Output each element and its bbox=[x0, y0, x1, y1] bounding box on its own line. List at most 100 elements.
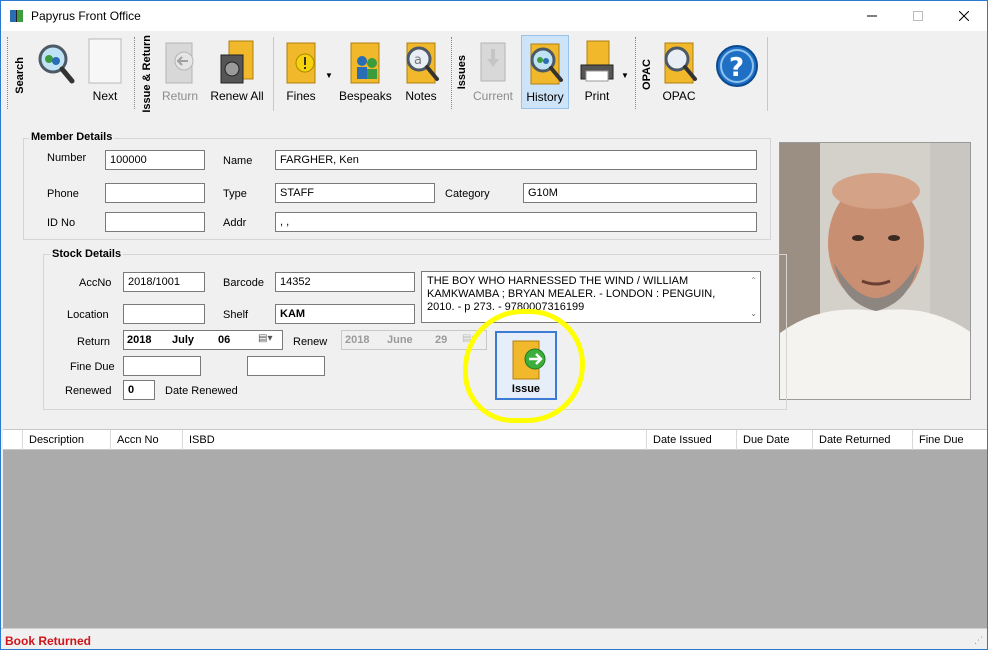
status-message: Book Returned bbox=[5, 634, 92, 648]
phone-field[interactable] bbox=[105, 183, 205, 203]
loans-grid-body[interactable] bbox=[3, 450, 987, 628]
addr-label: Addr bbox=[223, 217, 247, 229]
renew-all-button[interactable]: Renew All bbox=[207, 37, 267, 103]
fine-due-label: Fine Due bbox=[70, 361, 115, 373]
fine-due-field[interactable] bbox=[123, 356, 201, 376]
maximize-button[interactable] bbox=[895, 1, 941, 31]
type-field[interactable]: STAFF bbox=[275, 183, 435, 203]
location-field[interactable] bbox=[123, 304, 205, 324]
help-button[interactable]: ? bbox=[713, 37, 761, 89]
column-fine-due[interactable]: Fine Due bbox=[913, 430, 987, 450]
history-button[interactable]: History bbox=[521, 35, 569, 109]
accno-field[interactable]: 2018/1001 bbox=[123, 272, 205, 292]
addr-field[interactable]: , , bbox=[275, 212, 757, 232]
column-date-returned[interactable]: Date Returned bbox=[813, 430, 913, 450]
group-label-issue-return: Issue & Return bbox=[141, 35, 153, 113]
group-label-issues: Issues bbox=[456, 55, 468, 90]
close-button[interactable] bbox=[941, 1, 987, 31]
column-isbd[interactable]: ISBD bbox=[183, 430, 647, 450]
toolbar-separator bbox=[767, 37, 768, 111]
number-field[interactable]: 100000 bbox=[105, 150, 205, 170]
member-details-legend: Member Details bbox=[29, 131, 115, 143]
category-field[interactable]: G10M bbox=[523, 183, 757, 203]
group-label-opac: OPAC bbox=[641, 59, 653, 90]
isbd-text: THE BOY WHO HARNESSED THE WIND / WILLIAM… bbox=[427, 275, 716, 313]
renew-month: June bbox=[387, 334, 413, 346]
opac-button[interactable]: OPAC bbox=[657, 37, 701, 103]
close-icon bbox=[959, 11, 969, 21]
barcode-field[interactable]: 14352 bbox=[275, 272, 415, 292]
toolbar-grip[interactable] bbox=[7, 37, 10, 109]
renewed-count-field[interactable]: 0 bbox=[123, 380, 155, 400]
renew-date-picker[interactable]: 2018 June 29 ▤▾ bbox=[341, 330, 487, 350]
help-question-icon: ? bbox=[716, 45, 758, 87]
return-button[interactable]: Return bbox=[157, 37, 203, 103]
location-label: Location bbox=[67, 309, 109, 321]
return-day: 06 bbox=[218, 334, 231, 346]
scroll-down-icon[interactable]: ⌄ bbox=[750, 307, 757, 320]
notes-magnifier-icon: a bbox=[406, 42, 439, 84]
stock-details-legend: Stock Details bbox=[50, 248, 124, 260]
date-renewed-field[interactable] bbox=[247, 356, 325, 376]
resize-grip-icon[interactable]: ⋰ bbox=[974, 635, 983, 646]
return-date-picker[interactable]: 2018 July 06 ▤▾ bbox=[123, 330, 283, 350]
shelf-field[interactable]: KAM bbox=[275, 304, 415, 324]
isbd-textarea[interactable]: THE BOY WHO HARNESSED THE WIND / WILLIAM… bbox=[421, 271, 761, 323]
toolbar-grip[interactable] bbox=[134, 37, 137, 109]
grid-row-selector-header bbox=[3, 430, 23, 450]
return-label: Return bbox=[161, 89, 199, 103]
print-button[interactable]: Print bbox=[577, 37, 617, 103]
column-description[interactable]: Description bbox=[23, 430, 111, 450]
toolbar-grip[interactable] bbox=[451, 37, 454, 109]
bespeaks-label: Bespeaks bbox=[339, 89, 392, 103]
scroll-up-icon[interactable]: ⌃ bbox=[750, 274, 757, 287]
renewed-label: Renewed bbox=[65, 385, 112, 397]
search-button[interactable] bbox=[29, 37, 81, 87]
fines-dropdown-icon[interactable]: ▼ bbox=[325, 71, 333, 80]
id-no-field[interactable] bbox=[105, 212, 205, 232]
loans-grid-header: Description Accn No ISBD Date Issued Due… bbox=[3, 429, 987, 450]
next-page-icon bbox=[88, 38, 122, 84]
app-book-icon bbox=[10, 10, 23, 22]
minimize-icon bbox=[867, 15, 877, 17]
print-label: Print bbox=[584, 89, 610, 103]
column-date-issued[interactable]: Date Issued bbox=[647, 430, 737, 450]
fines-warning-folder-icon bbox=[286, 42, 316, 84]
id-no-label: ID No bbox=[47, 217, 76, 229]
renew-date-label: Renew bbox=[293, 336, 328, 348]
toolbar: Search Next Issue & Return Return Renew … bbox=[1, 31, 771, 115]
fines-label: Fines bbox=[286, 89, 316, 103]
fines-button[interactable]: Fines bbox=[281, 37, 321, 103]
renew-all-icon bbox=[220, 40, 254, 84]
maximize-icon bbox=[913, 11, 923, 21]
name-field[interactable]: FARGHER, Ken bbox=[275, 150, 757, 170]
history-label: History bbox=[526, 90, 564, 104]
renew-year: 2018 bbox=[345, 334, 370, 346]
bespeaks-people-folder-icon bbox=[350, 42, 380, 84]
category-label: Category bbox=[445, 188, 490, 200]
svg-text:a: a bbox=[414, 53, 422, 68]
phone-label: Phone bbox=[47, 188, 79, 200]
return-folder-icon bbox=[165, 42, 194, 84]
opac-magnifier-icon bbox=[664, 42, 697, 84]
current-label: Current bbox=[472, 89, 513, 103]
print-dropdown-icon[interactable]: ▼ bbox=[621, 71, 629, 80]
toolbar-grip[interactable] bbox=[635, 37, 638, 109]
minimize-button[interactable] bbox=[849, 1, 895, 31]
column-accn-no[interactable]: Accn No bbox=[111, 430, 183, 450]
column-due-date[interactable]: Due Date bbox=[737, 430, 813, 450]
next-label: Next bbox=[92, 89, 118, 103]
calendar-icon[interactable]: ▤▾ bbox=[258, 333, 272, 344]
status-bar: Book Returned ⋰ bbox=[1, 628, 987, 649]
notes-label: Notes bbox=[405, 89, 437, 103]
date-renewed-label: Date Renewed bbox=[165, 385, 238, 397]
notes-button[interactable]: a Notes bbox=[399, 37, 443, 103]
current-button[interactable]: Current bbox=[471, 37, 515, 103]
return-month: July bbox=[172, 334, 195, 346]
bespeaks-button[interactable]: Bespeaks bbox=[339, 37, 392, 103]
window-title: Papyrus Front Office bbox=[31, 9, 141, 23]
type-label: Type bbox=[223, 188, 247, 200]
next-button[interactable]: Next bbox=[85, 37, 125, 103]
title-bar: Papyrus Front Office bbox=[1, 1, 987, 31]
svg-text:?: ? bbox=[729, 53, 744, 83]
